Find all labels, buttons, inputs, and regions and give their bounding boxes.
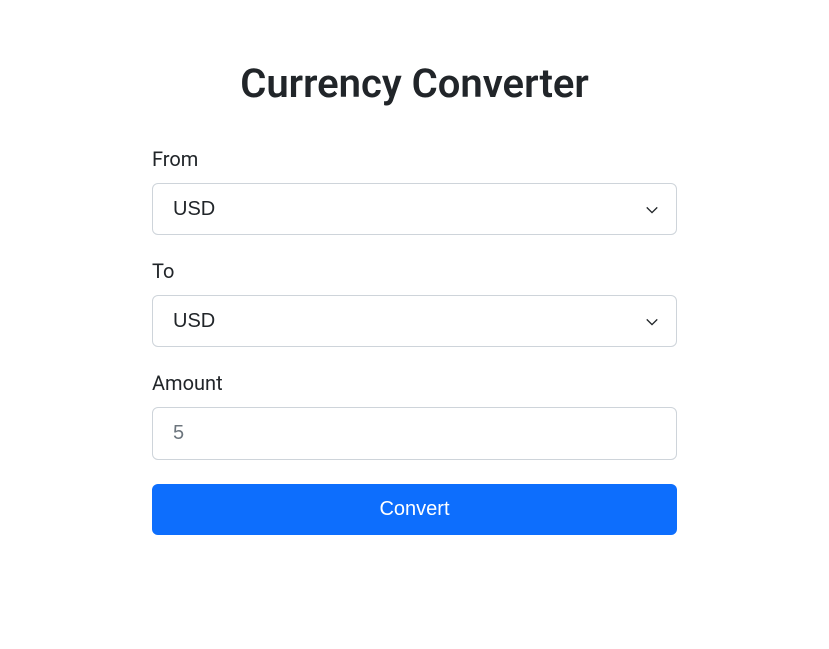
to-group: To USD bbox=[152, 259, 677, 347]
to-select-wrapper: USD bbox=[152, 295, 677, 347]
to-select[interactable]: USD bbox=[152, 295, 677, 347]
to-label: To bbox=[152, 259, 677, 283]
convert-button[interactable]: Convert bbox=[152, 484, 677, 535]
amount-group: Amount bbox=[152, 371, 677, 460]
from-select-wrapper: USD bbox=[152, 183, 677, 235]
from-select[interactable]: USD bbox=[152, 183, 677, 235]
amount-label: Amount bbox=[152, 371, 677, 395]
from-label: From bbox=[152, 147, 677, 171]
from-group: From USD bbox=[152, 147, 677, 235]
page-title: Currency Converter bbox=[152, 60, 677, 107]
amount-input[interactable] bbox=[152, 407, 677, 460]
converter-container: Currency Converter From USD To USD bbox=[152, 60, 677, 535]
